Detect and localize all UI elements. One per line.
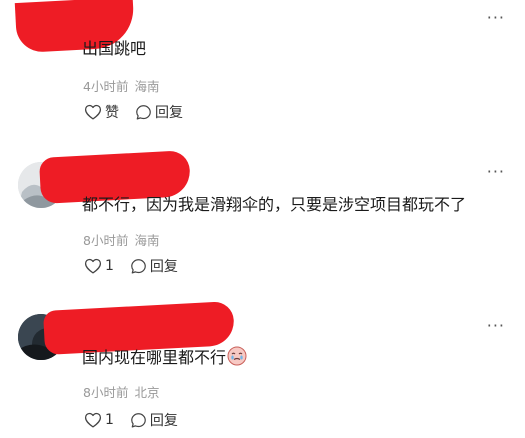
reply-button[interactable]: 回复 [130,256,178,276]
comment-text: 都不行，因为我是滑翔伞的，只要是涉空项目都玩不了 [82,195,467,214]
reply-label: 回复 [155,105,183,121]
like-button[interactable]: 1 [84,412,114,428]
heart-icon [84,412,102,428]
speech-bubble-icon [131,412,146,427]
speech-bubble-icon [136,104,151,119]
comment-location: 北京 [134,385,160,400]
more-options-icon[interactable]: ··· [487,162,505,181]
more-options-icon[interactable]: ··· [487,8,505,27]
like-button[interactable]: 1 [84,258,114,274]
comment-time: 4小时前 [83,79,129,94]
like-button[interactable]: 赞 [84,102,119,122]
comment-item: ··· 都不行，因为我是滑翔伞的，只要是涉空项目都玩不了 8小时前 海南 1 回复 [0,140,525,290]
like-count: 1 [105,412,114,428]
reply-label: 回复 [149,259,178,275]
comment-text: 国内现在哪里都不行 [82,346,247,372]
comment-meta: 8小时前 北京 [83,382,159,401]
comment-actions: 赞 回复 [84,102,183,122]
comment-item: ··· 出国跳吧 4小时前 海南 赞 回复 [0,0,525,140]
speech-bubble-icon [131,258,146,273]
comment-text-content: 国内现在哪里都不行 [82,348,227,367]
heart-icon [84,258,102,274]
heart-icon [84,104,102,120]
reply-button[interactable]: 回复 [135,102,183,122]
more-options-icon[interactable]: ··· [487,316,505,335]
comment-meta: 4小时前 海南 [83,76,159,95]
comment-actions: 1 回复 [84,410,178,430]
comment-meta: 8小时前 海南 [83,230,159,249]
crying-face-emoji-icon [227,346,247,372]
comment-time: 8小时前 [83,385,129,400]
comment-actions: 1 回复 [84,256,178,276]
reply-label: 回复 [149,413,178,429]
comment-item: ··· 国内现在哪里都不行 8小时前 北京 1 回复 [0,290,525,438]
comment-location: 海南 [134,79,160,94]
like-count: 1 [105,258,114,274]
comment-time: 8小时前 [83,233,129,248]
reply-button[interactable]: 回复 [130,410,178,430]
comment-location: 海南 [134,233,160,248]
comment-text: 出国跳吧 [82,39,147,58]
like-label: 赞 [105,105,119,121]
